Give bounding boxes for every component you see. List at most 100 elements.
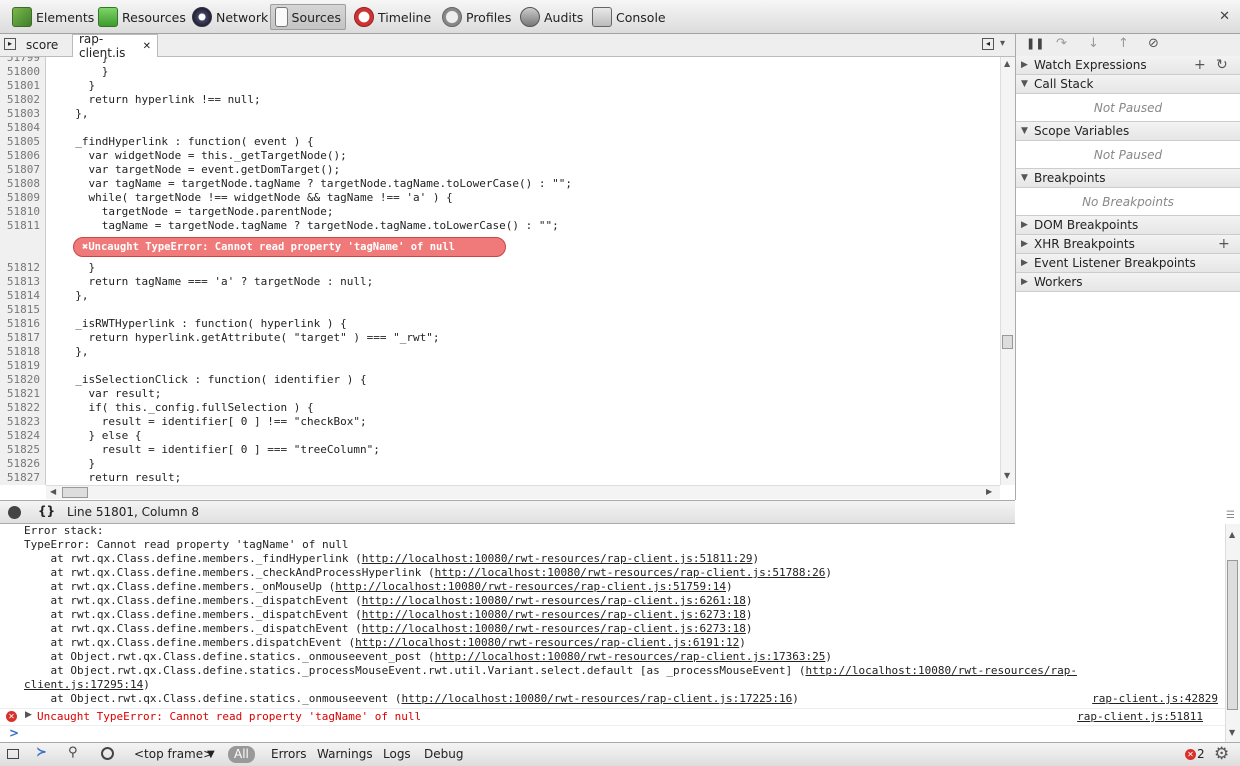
- stack-link[interactable]: http://localhost:10080/rwt-resources/rap…: [435, 566, 826, 579]
- scroll-thumb[interactable]: [1002, 335, 1013, 349]
- step-over-icon[interactable]: ↷: [1056, 36, 1067, 51]
- line-number[interactable]: 51825: [0, 443, 40, 457]
- clear-console-icon[interactable]: [101, 747, 114, 760]
- stack-link[interactable]: client.js:17295:14: [24, 678, 143, 691]
- filter-errors[interactable]: Errors: [271, 743, 307, 766]
- filter-logs[interactable]: Logs: [383, 743, 411, 766]
- refresh-icon[interactable]: ↻: [1216, 56, 1228, 74]
- line-number[interactable]: 51802: [0, 93, 40, 107]
- tab-audits[interactable]: Audits: [516, 4, 587, 30]
- line-number[interactable]: 51821: [0, 387, 40, 401]
- editor-horizontal-scrollbar[interactable]: ◀ ▶: [46, 485, 1000, 499]
- stack-link[interactable]: http://localhost:10080/rwt-resources/rap…: [362, 608, 746, 621]
- scroll-down-icon[interactable]: ▼: [1229, 728, 1235, 737]
- dock-icon[interactable]: [7, 749, 19, 759]
- line-number[interactable]: 51815: [0, 303, 40, 317]
- pretty-print-button[interactable]: {}: [38, 504, 55, 518]
- show-navigator-icon[interactable]: ▸: [4, 38, 16, 50]
- console-source-link[interactable]: rap-client.js:51811: [1077, 710, 1203, 724]
- tab-score[interactable]: score: [20, 34, 64, 56]
- step-out-icon[interactable]: ↑: [1118, 36, 1129, 51]
- scroll-up-icon[interactable]: ▲: [1004, 59, 1010, 68]
- section-breakpoints[interactable]: ▼ Breakpoints: [1016, 169, 1240, 188]
- chevron-down-icon[interactable]: ▾: [1000, 38, 1005, 49]
- tab-elements[interactable]: Elements: [8, 4, 98, 30]
- gear-icon[interactable]: ⚙: [1214, 744, 1229, 764]
- line-number[interactable]: 51805: [0, 135, 40, 149]
- line-number[interactable]: 51803: [0, 107, 40, 121]
- chevron-down-icon[interactable]: ▼: [207, 743, 215, 766]
- search-icon[interactable]: ⚲: [68, 745, 78, 760]
- stack-link[interactable]: http://localhost:10080/rwt-resources/rap…: [805, 664, 1077, 677]
- stack-link[interactable]: http://localhost:10080/rwt-resources/rap…: [335, 580, 726, 593]
- error-count[interactable]: 2: [1197, 743, 1205, 766]
- section-scope-variables[interactable]: ▼ Scope Variables: [1016, 122, 1240, 141]
- close-icon[interactable]: ✕: [1219, 9, 1230, 24]
- close-tab-icon[interactable]: ✕: [143, 41, 151, 52]
- filter-all[interactable]: All: [228, 746, 255, 763]
- scroll-left-icon[interactable]: ◀: [50, 487, 56, 496]
- section-watch-expressions[interactable]: ▶ Watch Expressions + ↻: [1016, 56, 1240, 75]
- tab-sources[interactable]: Sources: [270, 4, 346, 30]
- line-number[interactable]: 51806: [0, 149, 40, 163]
- console-source-link[interactable]: rap-client.js:42829: [1092, 692, 1218, 706]
- section-workers[interactable]: ▶ Workers: [1016, 273, 1240, 292]
- line-number[interactable]: 51824: [0, 429, 40, 443]
- step-into-icon[interactable]: ↓: [1088, 36, 1099, 51]
- code-editor[interactable]: 51799 } 51800 } 51801 } 51802 return hyperl…: [0, 57, 1000, 485]
- console-drawer[interactable]: ☰ Error stack: TypeError: Cannot read pro…: [0, 510, 1240, 742]
- line-number[interactable]: 51799: [0, 57, 40, 65]
- tab-profiles[interactable]: Profiles: [438, 4, 515, 30]
- line-number[interactable]: 51814: [0, 289, 40, 303]
- tab-console[interactable]: Console: [588, 4, 670, 30]
- scroll-right-icon[interactable]: ▶: [986, 487, 992, 496]
- stack-link[interactable]: http://localhost:10080/rwt-resources/rap…: [355, 636, 739, 649]
- section-dom-breakpoints[interactable]: ▶ DOM Breakpoints: [1016, 216, 1240, 235]
- filter-debug[interactable]: Debug: [424, 743, 463, 766]
- line-number[interactable]: 51807: [0, 163, 40, 177]
- scroll-thumb[interactable]: [1227, 560, 1238, 710]
- line-number[interactable]: 51823: [0, 415, 40, 429]
- line-number[interactable]: 51809: [0, 191, 40, 205]
- line-number[interactable]: 51804: [0, 121, 40, 135]
- line-number[interactable]: 51817: [0, 331, 40, 345]
- expand-triangle-icon[interactable]: ▶: [25, 710, 32, 720]
- line-number[interactable]: 51816: [0, 317, 40, 331]
- error-count-icon[interactable]: ✕: [1185, 749, 1196, 760]
- tab-resources[interactable]: Resources: [94, 4, 190, 30]
- tab-timeline[interactable]: Timeline: [350, 4, 435, 30]
- line-number[interactable]: 51808: [0, 177, 40, 191]
- line-number[interactable]: 51801: [0, 79, 40, 93]
- tab-rap-client[interactable]: rap-client.js ✕: [72, 32, 158, 60]
- line-number[interactable]: 51810: [0, 205, 40, 219]
- stack-link[interactable]: http://localhost:10080/rwt-resources/rap…: [435, 650, 826, 663]
- add-icon[interactable]: +: [1194, 56, 1206, 74]
- line-number[interactable]: 51822: [0, 401, 40, 415]
- filter-warnings[interactable]: Warnings: [317, 743, 373, 766]
- tab-network[interactable]: Network: [188, 4, 272, 30]
- stack-link[interactable]: http://localhost:10080/rwt-resources/rap…: [402, 692, 793, 705]
- scroll-down-icon[interactable]: ▼: [1004, 471, 1010, 480]
- scroll-thumb[interactable]: [62, 487, 88, 498]
- drawer-resize-handle-icon[interactable]: ☰: [1226, 510, 1235, 521]
- scroll-up-icon[interactable]: ▲: [1229, 530, 1235, 539]
- stack-link[interactable]: http://localhost:10080/rwt-resources/rap…: [362, 622, 746, 635]
- frame-selector[interactable]: <top frame>: [134, 743, 213, 766]
- section-xhr-breakpoints[interactable]: ▶ XHR Breakpoints +: [1016, 235, 1240, 254]
- section-event-listener-breakpoints[interactable]: ▶ Event Listener Breakpoints: [1016, 254, 1240, 273]
- console-toggle-icon[interactable]: ≻: [36, 745, 47, 760]
- line-number[interactable]: 51826: [0, 457, 40, 471]
- console-scrollbar[interactable]: ▲ ▼: [1225, 524, 1240, 742]
- line-number[interactable]: 51812: [0, 261, 40, 275]
- line-number[interactable]: 51819: [0, 359, 40, 373]
- add-icon[interactable]: +: [1218, 235, 1230, 253]
- deactivate-breakpoints-icon[interactable]: ⊘: [1148, 36, 1159, 51]
- console-prompt[interactable]: >: [0, 725, 1225, 742]
- line-number[interactable]: 51820: [0, 373, 40, 387]
- stack-link[interactable]: http://localhost:10080/rwt-resources/rap…: [362, 594, 746, 607]
- line-number[interactable]: 51813: [0, 275, 40, 289]
- line-number[interactable]: 51811: [0, 219, 40, 233]
- toggle-debugger-icon[interactable]: ◂: [982, 38, 994, 50]
- line-number[interactable]: 51800: [0, 65, 40, 79]
- line-number[interactable]: 51818: [0, 345, 40, 359]
